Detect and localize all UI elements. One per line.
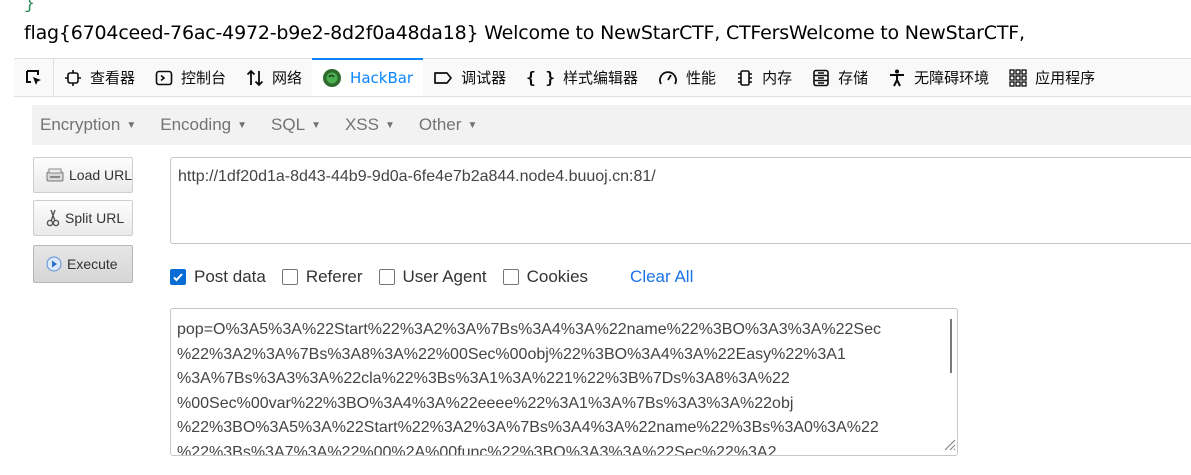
hackbar-menubar: Encryption ▼ Encoding ▼ SQL ▼ XSS ▼ Other ▼: [32, 105, 1191, 145]
menu-xss[interactable]: XSS ▼: [345, 115, 395, 135]
tab-label: HackBar: [350, 69, 414, 87]
console-icon: [155, 69, 173, 87]
tab-application[interactable]: 应用程序: [999, 59, 1105, 96]
tab-label: 查看器: [90, 69, 136, 87]
menu-encoding[interactable]: Encoding ▼: [160, 115, 247, 135]
user-agent-checkbox[interactable]: [378, 269, 395, 285]
post-data-line: pop=O%3A5%3A%22Start%22%3A2%3A%7Bs%3A4%3…: [177, 321, 881, 338]
style-editor-icon: { }: [526, 68, 556, 87]
inspector-icon: [64, 69, 82, 87]
code-brace: }: [24, 0, 35, 14]
tab-label: 调试器: [461, 69, 507, 87]
cookies-option[interactable]: Cookies: [502, 267, 589, 287]
accessibility-icon: [888, 69, 906, 87]
menu-label: SQL: [271, 115, 306, 134]
execute-button[interactable]: Execute: [33, 245, 133, 283]
user-agent-option[interactable]: User Agent: [378, 267, 487, 287]
flag-text: flag{6704ceed-76ac-4972-b9e2-8d2f0a48da1…: [24, 22, 1025, 44]
tab-hackbar[interactable]: HackBar: [312, 58, 424, 96]
menu-label: XSS: [344, 115, 379, 134]
post-data-label: Post data: [194, 267, 266, 286]
tab-storage[interactable]: 存储: [802, 59, 878, 96]
load-url-label: Load URL: [69, 167, 133, 183]
hackbar-icon: [322, 68, 342, 88]
post-data-scrollbar[interactable]: [950, 319, 952, 373]
user-agent-label: User Agent: [402, 267, 487, 286]
menu-label: Encryption: [40, 115, 121, 134]
post-data-textarea[interactable]: pop=O%3A5%3A%22Start%22%3A2%3A%7Bs%3A4%3…: [170, 308, 958, 456]
post-data-option[interactable]: Post data: [170, 267, 266, 287]
tab-accessibility[interactable]: 无障碍环境: [878, 59, 999, 96]
url-textarea[interactable]: http://1df20d1a-8d43-44b9-9d0a-6fe4e7b2a…: [170, 157, 1191, 244]
post-data-line: %00Sec%00var%22%3BO%3A4%3A%22eeee%22%3A1…: [177, 394, 794, 412]
caret-down-icon: ▼: [126, 119, 137, 131]
cookies-label: Cookies: [526, 267, 589, 286]
cookies-checkbox[interactable]: [502, 269, 519, 285]
storage-icon: [812, 69, 830, 87]
menu-label: Other: [418, 115, 462, 134]
tab-label: 网络: [272, 69, 303, 87]
referer-checkbox[interactable]: [281, 269, 298, 285]
post-data-line: %22%3BO%3A5%3A%22Start%22%3A2%3A%7Bs%3A4…: [177, 419, 879, 436]
referer-option[interactable]: Referer: [281, 267, 363, 287]
tab-label: 控制台: [181, 69, 227, 87]
application-icon: [1009, 68, 1027, 87]
post-data-line: %22%3Bs%3A7%3A%22%00%2A%00func%22%3BO%3A…: [177, 443, 777, 456]
tab-style-editor[interactable]: { } 样式编辑器: [516, 59, 648, 96]
caret-down-icon: ▼: [385, 119, 395, 131]
tab-debugger[interactable]: 调试器: [423, 59, 516, 96]
tab-network[interactable]: 网络: [236, 59, 312, 96]
clear-all-link[interactable]: Clear All: [630, 267, 693, 287]
post-data-checkbox[interactable]: [170, 269, 186, 285]
tab-inspector[interactable]: 查看器: [54, 59, 145, 96]
menu-label: Encoding: [160, 115, 232, 134]
load-url-icon: [46, 168, 64, 182]
tab-label: 应用程序: [1035, 69, 1096, 87]
resize-grip-icon[interactable]: [942, 437, 956, 451]
tab-memory[interactable]: 内存: [726, 59, 802, 96]
page-output: } flag{6704ceed-76ac-4972-b9e2-8d2f0a48d…: [0, 0, 1191, 58]
split-url-button[interactable]: Split URL: [33, 200, 133, 236]
menu-sql[interactable]: SQL ▼: [271, 115, 321, 135]
referer-label: Referer: [305, 267, 363, 286]
scissors-icon: [46, 209, 60, 227]
post-data-line: %22%3A2%3A%7Bs%3A8%3A%22%00Sec%00obj%22%…: [177, 345, 846, 363]
tab-label: 存储: [838, 69, 869, 87]
post-data-line: %3A%7Bs%3A3%3A%22cla%22%3Bs%3A1%3A%221%2…: [177, 370, 790, 387]
split-url-label: Split URL: [65, 210, 125, 226]
element-picker-icon: [25, 69, 41, 85]
tab-label: 样式编辑器: [563, 69, 639, 87]
hackbar-panel: Encryption ▼ Encoding ▼ SQL ▼ XSS ▼ Other ▼ L…: [14, 97, 1191, 475]
tab-label: 内存: [762, 69, 793, 87]
memory-icon: [736, 69, 754, 87]
menu-encryption[interactable]: Encryption ▼: [40, 115, 136, 135]
tab-label: 性能: [686, 69, 717, 87]
network-icon: [246, 69, 264, 87]
tab-performance[interactable]: 性能: [648, 59, 726, 96]
element-picker-button[interactable]: [14, 59, 54, 96]
performance-icon: [658, 69, 678, 87]
debugger-icon: [433, 69, 453, 87]
load-url-button[interactable]: Load URL: [33, 157, 133, 193]
devtools-toolbar: 查看器 控制台 网络 HackBar 调试器 { } 样式编辑器 性能 内存 存…: [14, 58, 1191, 97]
play-icon: [46, 256, 62, 272]
menu-other[interactable]: Other ▼: [419, 115, 477, 135]
caret-down-icon: ▼: [467, 119, 478, 131]
caret-down-icon: ▼: [237, 119, 248, 131]
caret-down-icon: ▼: [311, 119, 321, 131]
request-options: Post data Referer User Agent Cookies Cle…: [170, 265, 693, 289]
tab-label: 无障碍环境: [914, 69, 990, 87]
tab-console[interactable]: 控制台: [145, 59, 236, 96]
execute-label: Execute: [67, 256, 118, 272]
